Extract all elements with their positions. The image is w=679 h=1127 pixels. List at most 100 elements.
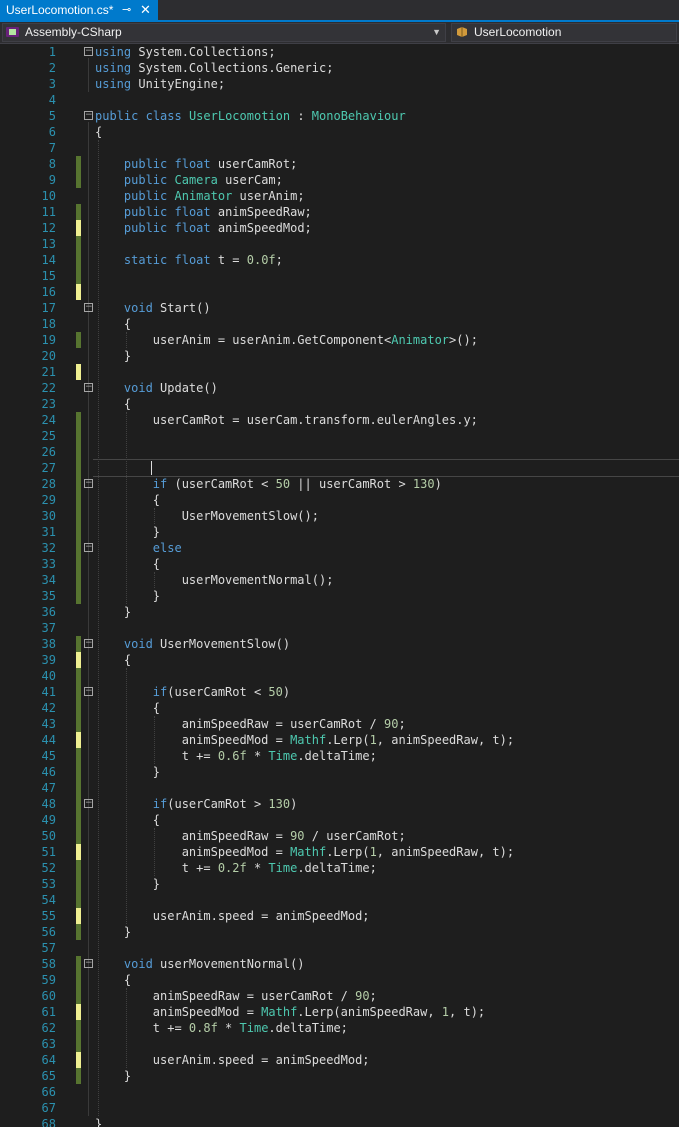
code-line[interactable]: 12 public float animSpeedMod; bbox=[0, 220, 679, 236]
code-line[interactable]: 46 } bbox=[0, 764, 679, 780]
code-line[interactable]: 48 − if(userCamRot > 130) bbox=[0, 796, 679, 812]
code-line[interactable]: 41 − if(userCamRot < 50) bbox=[0, 684, 679, 700]
code-token: using bbox=[95, 45, 132, 59]
collapse-icon[interactable]: − bbox=[84, 47, 93, 56]
code-line[interactable]: 17 − void Start() bbox=[0, 300, 679, 316]
code-line[interactable]: 44 animSpeedMod = Mathf.Lerp(1, animSpee… bbox=[0, 732, 679, 748]
code-line[interactable]: 55 userAnim.speed = animSpeedMod; bbox=[0, 908, 679, 924]
code-line[interactable]: 10 public Animator userAnim; bbox=[0, 188, 679, 204]
code-line[interactable]: 23 { bbox=[0, 396, 679, 412]
code-line[interactable]: 3 using UnityEngine; bbox=[0, 76, 679, 92]
project-dropdown[interactable]: Assembly-CSharp ▼ bbox=[2, 23, 446, 42]
code-line[interactable]: 34 userMovementNormal(); bbox=[0, 572, 679, 588]
collapse-icon[interactable]: − bbox=[84, 543, 93, 552]
code-text: animSpeedRaw = 90 / userCamRot; bbox=[95, 828, 406, 844]
saved-change-marker bbox=[76, 252, 81, 268]
code-line[interactable]: 33 { bbox=[0, 556, 679, 572]
code-line[interactable]: 29 { bbox=[0, 492, 679, 508]
code-line[interactable]: 49 { bbox=[0, 812, 679, 828]
code-line[interactable]: 65 } bbox=[0, 1068, 679, 1084]
code-line[interactable]: 18 { bbox=[0, 316, 679, 332]
code-line[interactable]: 54 bbox=[0, 892, 679, 908]
code-line[interactable]: 31 } bbox=[0, 524, 679, 540]
collapse-icon[interactable]: − bbox=[84, 383, 93, 392]
code-line[interactable]: 1 − using System.Collections; bbox=[0, 44, 679, 60]
code-line[interactable]: 2 using System.Collections.Generic; bbox=[0, 60, 679, 76]
collapse-icon[interactable]: − bbox=[84, 799, 93, 808]
code-line[interactable]: 50 animSpeedRaw = 90 / userCamRot; bbox=[0, 828, 679, 844]
code-line[interactable]: 57 bbox=[0, 940, 679, 956]
code-text: UserMovementSlow(); bbox=[95, 508, 319, 524]
code-line[interactable]: 19 userAnim = userAnim.GetComponent<Anim… bbox=[0, 332, 679, 348]
code-line[interactable]: 52 t += 0.2f * Time.deltaTime; bbox=[0, 860, 679, 876]
collapse-icon[interactable]: − bbox=[84, 479, 93, 488]
code-line[interactable]: 60 animSpeedRaw = userCamRot / 90; bbox=[0, 988, 679, 1004]
code-token: 1 bbox=[441, 1005, 450, 1019]
code-line[interactable]: 59 { bbox=[0, 972, 679, 988]
code-line[interactable]: 56 } bbox=[0, 924, 679, 940]
code-line[interactable]: 26 bbox=[0, 444, 679, 460]
code-line[interactable]: 68} bbox=[0, 1116, 679, 1127]
code-token: Mathf bbox=[290, 845, 327, 859]
code-line[interactable]: 53 } bbox=[0, 876, 679, 892]
code-line[interactable]: 40 bbox=[0, 668, 679, 684]
code-line[interactable]: 45 t += 0.6f * Time.deltaTime; bbox=[0, 748, 679, 764]
code-line[interactable]: 24 userCamRot = userCam.transform.eulerA… bbox=[0, 412, 679, 428]
code-line[interactable]: 47 bbox=[0, 780, 679, 796]
close-icon[interactable]: ✕ bbox=[140, 0, 151, 20]
unsaved-change-marker bbox=[76, 1004, 81, 1020]
pin-icon[interactable]: ⊸ bbox=[122, 0, 131, 20]
collapse-icon[interactable]: − bbox=[84, 303, 93, 312]
code-line[interactable]: 51 animSpeedMod = Mathf.Lerp(1, animSpee… bbox=[0, 844, 679, 860]
code-line[interactable]: 38 − void UserMovementSlow() bbox=[0, 636, 679, 652]
code-line[interactable]: 27 bbox=[0, 459, 679, 477]
code-editor[interactable]: 1− using System.Collections; 2 using System… bbox=[0, 44, 679, 1127]
project-name: Assembly-CSharp bbox=[25, 25, 122, 39]
code-line[interactable]: 67 bbox=[0, 1100, 679, 1116]
code-line[interactable]: 37 bbox=[0, 620, 679, 636]
line-number: 53 bbox=[41, 877, 56, 891]
code-line[interactable]: 42 { bbox=[0, 700, 679, 716]
code-token: animSpeedRaw; bbox=[210, 205, 312, 219]
code-line[interactable]: 15 bbox=[0, 268, 679, 284]
code-line[interactable]: 8 public float userCamRot; bbox=[0, 156, 679, 172]
code-text: { bbox=[95, 396, 131, 412]
code-line[interactable]: 63 bbox=[0, 1036, 679, 1052]
collapse-icon[interactable]: − bbox=[84, 639, 93, 648]
tab-userlocomotion[interactable]: UserLocomotion.cs* ⊸ ✕ bbox=[0, 0, 158, 20]
code-line[interactable]: 61 animSpeedMod = Mathf.Lerp(animSpeedRa… bbox=[0, 1004, 679, 1020]
saved-change-marker bbox=[76, 796, 81, 812]
code-line[interactable]: 14 static float t = 0.0f; bbox=[0, 252, 679, 268]
line-number: 58 bbox=[41, 957, 56, 971]
code-line[interactable]: 64 userAnim.speed = animSpeedMod; bbox=[0, 1052, 679, 1068]
collapse-icon[interactable]: − bbox=[84, 959, 93, 968]
code-line[interactable]: 9 public Camera userCam; bbox=[0, 172, 679, 188]
code-line[interactable]: 30 UserMovementSlow(); bbox=[0, 508, 679, 524]
code-line[interactable]: 39 { bbox=[0, 652, 679, 668]
code-text: public class UserLocomotion : MonoBehavi… bbox=[95, 108, 406, 124]
code-line[interactable]: 62 t += 0.8f * Time.deltaTime; bbox=[0, 1020, 679, 1036]
code-line[interactable]: 4 bbox=[0, 92, 679, 108]
collapse-icon[interactable]: − bbox=[84, 687, 93, 696]
line-number: 21 bbox=[41, 365, 56, 379]
code-line[interactable]: 5 − public class UserLocomotion : MonoBeha… bbox=[0, 108, 679, 124]
code-line[interactable]: 6{ bbox=[0, 124, 679, 140]
code-line[interactable]: 58 − void userMovementNormal() bbox=[0, 956, 679, 972]
code-line[interactable]: 13 bbox=[0, 236, 679, 252]
code-line[interactable]: 21 bbox=[0, 364, 679, 380]
collapse-icon[interactable]: − bbox=[84, 111, 93, 120]
code-line[interactable]: 28 − if (userCamRot < 50 || userCamRot > … bbox=[0, 476, 679, 492]
code-line[interactable]: 32 − else bbox=[0, 540, 679, 556]
code-line[interactable]: 7 bbox=[0, 140, 679, 156]
code-line[interactable]: 36 } bbox=[0, 604, 679, 620]
code-text: animSpeedRaw = userCamRot / 90; bbox=[95, 988, 377, 1004]
code-line[interactable]: 20 } bbox=[0, 348, 679, 364]
code-line[interactable]: 11 public float animSpeedRaw; bbox=[0, 204, 679, 220]
code-line[interactable]: 25 bbox=[0, 428, 679, 444]
code-line[interactable]: 16 bbox=[0, 284, 679, 300]
code-line[interactable]: 35 } bbox=[0, 588, 679, 604]
class-dropdown[interactable]: UserLocomotion bbox=[451, 23, 677, 42]
code-line[interactable]: 22 − void Update() bbox=[0, 380, 679, 396]
code-line[interactable]: 43 animSpeedRaw = userCamRot / 90; bbox=[0, 716, 679, 732]
code-line[interactable]: 66 bbox=[0, 1084, 679, 1100]
